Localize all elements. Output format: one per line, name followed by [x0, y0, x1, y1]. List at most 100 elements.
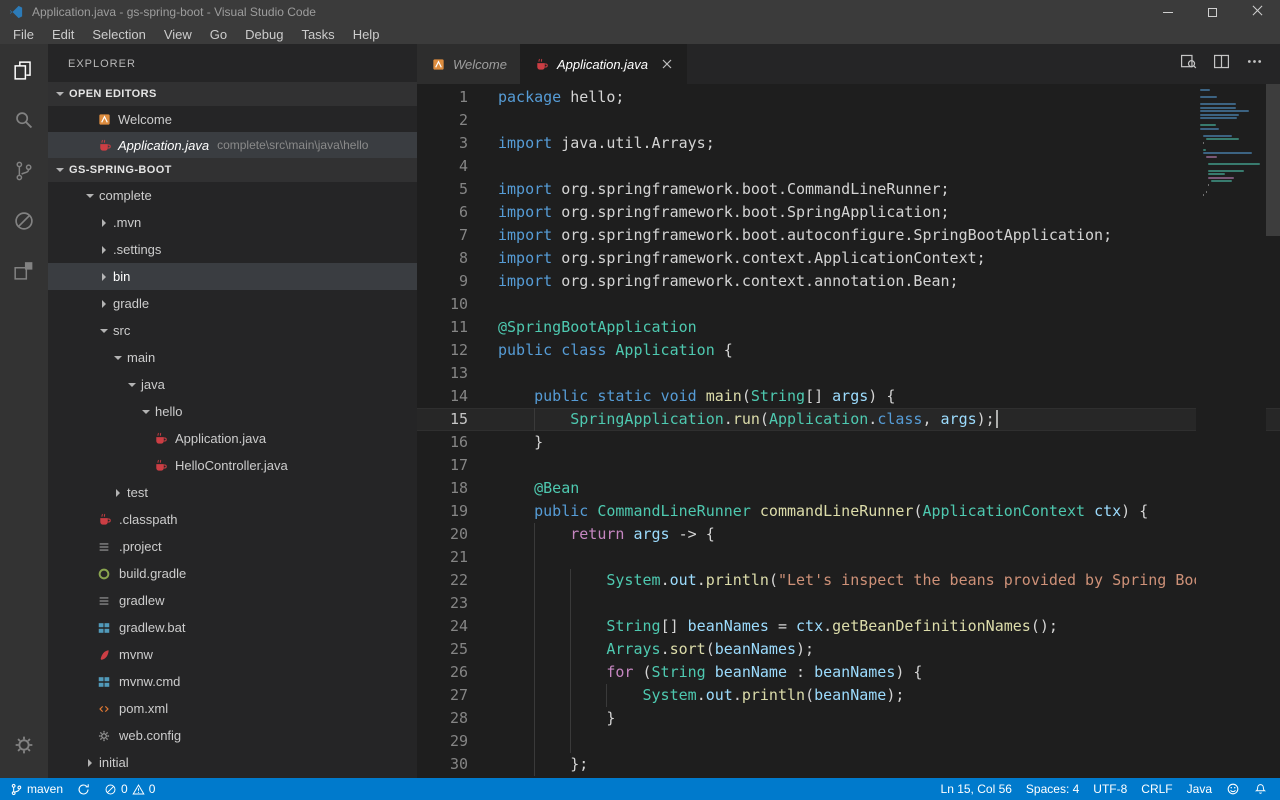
indentation-status[interactable]: Spaces: 4	[1019, 778, 1086, 800]
tree-item[interactable]: web.config	[48, 722, 417, 749]
code-line[interactable]: 12public class Application {	[417, 339, 1280, 362]
split-editor-icon[interactable]	[1212, 52, 1231, 76]
tree-item[interactable]: gradle	[48, 290, 417, 317]
eol-status[interactable]: CRLF	[1134, 778, 1179, 800]
code-line[interactable]: 20 return args -> {	[417, 523, 1280, 546]
code-line[interactable]: 4	[417, 155, 1280, 178]
minimize-button[interactable]	[1145, 0, 1190, 24]
open-editor-item[interactable]: Application.javacomplete\src\main\java\h…	[48, 132, 417, 158]
problems-status[interactable]: 00	[97, 778, 162, 800]
tree-item[interactable]: mvnw	[48, 641, 417, 668]
menu-item-edit[interactable]: Edit	[43, 27, 83, 42]
tree-item[interactable]: test	[48, 479, 417, 506]
code-line[interactable]: 11@SpringBootApplication	[417, 316, 1280, 339]
notifications-button[interactable]	[1247, 778, 1274, 800]
menu-item-view[interactable]: View	[155, 27, 201, 42]
activity-bar-item-settings[interactable]	[0, 722, 48, 772]
feedback-button[interactable]	[1219, 778, 1247, 800]
code-line[interactable]: 1package hello;	[417, 86, 1280, 109]
code-line[interactable]: 17	[417, 454, 1280, 477]
activity-bar-item-extensions[interactable]	[0, 248, 48, 298]
tree-item[interactable]: build.gradle	[48, 560, 417, 587]
open-editor-item[interactable]: Welcome	[48, 106, 417, 132]
menu-item-debug[interactable]: Debug	[236, 27, 292, 42]
code-line[interactable]: 18 @Bean	[417, 477, 1280, 500]
tree-item[interactable]: .mvn	[48, 209, 417, 236]
code-line[interactable]: 28 }	[417, 707, 1280, 730]
code-line[interactable]: 26 for (String beanName : beanNames) {	[417, 661, 1280, 684]
code-line[interactable]: 2	[417, 109, 1280, 132]
code-line[interactable]: 7import org.springframework.boot.autocon…	[417, 224, 1280, 247]
code-line[interactable]: 13	[417, 362, 1280, 385]
code-line[interactable]: 6import org.springframework.boot.SpringA…	[417, 201, 1280, 224]
code-line[interactable]: 16 }	[417, 431, 1280, 454]
code-line[interactable]: 19 public CommandLineRunner commandLineR…	[417, 500, 1280, 523]
code-line[interactable]: 31 }	[417, 776, 1280, 778]
title-bar: Application.java - gs-spring-boot - Visu…	[0, 0, 1280, 24]
code-line[interactable]: 15 SpringApplication.run(Application.cla…	[417, 408, 1280, 431]
tree-item[interactable]: pom.xml	[48, 695, 417, 722]
code-line[interactable]: 5import org.springframework.boot.Command…	[417, 178, 1280, 201]
encoding-status[interactable]: UTF-8	[1086, 778, 1134, 800]
menu-item-tasks[interactable]: Tasks	[292, 27, 343, 42]
tree-item[interactable]: hello	[48, 398, 417, 425]
code-line[interactable]: 22 System.out.println("Let's inspect the…	[417, 569, 1280, 592]
code-line[interactable]: 25 Arrays.sort(beanNames);	[417, 638, 1280, 661]
tree-item[interactable]: gradlew.bat	[48, 614, 417, 641]
code-editor[interactable]: 1package hello;23import java.util.Arrays…	[417, 84, 1280, 778]
editor-scrollbar[interactable]	[1266, 84, 1280, 778]
editor-tab[interactable]: Application.java	[521, 44, 687, 84]
editor-tab[interactable]: Welcome	[417, 44, 521, 84]
activity-bar-item-source-control[interactable]	[0, 148, 48, 198]
tree-item[interactable]: .settings	[48, 236, 417, 263]
tree-item[interactable]: main	[48, 344, 417, 371]
tree-item[interactable]: mvnw.cmd	[48, 668, 417, 695]
code-line[interactable]: 3import java.util.Arrays;	[417, 132, 1280, 155]
tree-item[interactable]: .classpath	[48, 506, 417, 533]
minimap-line	[1200, 103, 1236, 105]
menu-item-go[interactable]: Go	[201, 27, 236, 42]
tree-item[interactable]: java	[48, 371, 417, 398]
close-icon[interactable]	[661, 58, 673, 70]
tree-item[interactable]: gradlew	[48, 587, 417, 614]
open-editors-header[interactable]: OPEN EDITORS	[48, 82, 417, 106]
tree-item[interactable]: .project	[48, 533, 417, 560]
tree-item[interactable]: src	[48, 317, 417, 344]
code-line[interactable]: 8import org.springframework.context.Appl…	[417, 247, 1280, 270]
code-line[interactable]: 29	[417, 730, 1280, 753]
activity-bar-item-explorer[interactable]	[0, 48, 48, 98]
close-window-button[interactable]	[1235, 0, 1280, 24]
cursor-position[interactable]: Ln 15, Col 56	[934, 778, 1019, 800]
tree-item[interactable]: HelloController.java	[48, 452, 417, 479]
code-line[interactable]: 10	[417, 293, 1280, 316]
sync-button[interactable]	[70, 778, 97, 800]
code-line[interactable]: 27 System.out.println(beanName);	[417, 684, 1280, 707]
code-line[interactable]: 24 String[] beanNames = ctx.getBeanDefin…	[417, 615, 1280, 638]
tree-item[interactable]: initial	[48, 749, 417, 776]
maximize-button[interactable]	[1190, 0, 1235, 24]
menu-item-selection[interactable]: Selection	[83, 27, 154, 42]
status-bar: maven 00 Ln 15, Col 56Spaces: 4UTF-8CRLFJ…	[0, 778, 1280, 800]
tree-item[interactable]: bin	[48, 263, 417, 290]
language-mode[interactable]: Java	[1180, 778, 1219, 800]
menu-item-help[interactable]: Help	[344, 27, 389, 42]
tree-item[interactable]: Application.java	[48, 425, 417, 452]
branch-status[interactable]: maven	[0, 778, 70, 800]
code-line[interactable]: 21	[417, 546, 1280, 569]
more-actions-icon[interactable]	[1245, 52, 1264, 76]
minimap-line	[1196, 100, 1266, 102]
code-line[interactable]: 14 public static void main(String[] args…	[417, 385, 1280, 408]
activity-bar-item-search[interactable]	[0, 98, 48, 148]
vscode-logo-icon	[8, 4, 24, 20]
open-preview-icon[interactable]	[1179, 52, 1198, 76]
editor-actions	[1179, 44, 1280, 84]
folder-section-header[interactable]: GS-SPRING-BOOT	[48, 158, 417, 182]
code-line[interactable]: 9import org.springframework.context.anno…	[417, 270, 1280, 293]
scrollbar-thumb[interactable]	[1266, 84, 1280, 236]
code-line[interactable]: 30 };	[417, 753, 1280, 776]
code-line[interactable]: 23	[417, 592, 1280, 615]
menu-item-file[interactable]: File	[4, 27, 43, 42]
activity-bar-item-debug[interactable]	[0, 198, 48, 248]
minimap[interactable]	[1196, 84, 1266, 778]
tree-item[interactable]: complete	[48, 182, 417, 209]
